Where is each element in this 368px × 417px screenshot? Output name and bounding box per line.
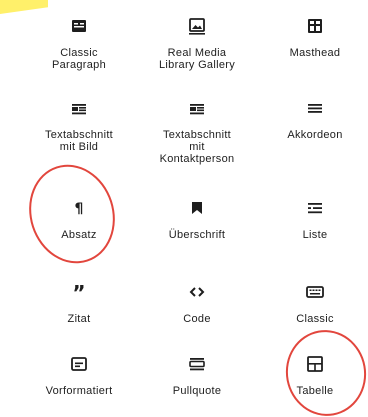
block-akkordeon[interactable]: Akkordeon <box>256 96 368 141</box>
block-label: Classic <box>296 313 334 325</box>
block-label: Code <box>183 313 211 325</box>
block-real-media-library-gallery[interactable]: Real Media Library Gallery <box>138 14 256 71</box>
block-label: Absatz <box>61 229 97 241</box>
heading-icon <box>185 196 209 220</box>
gallery-icon <box>185 14 209 38</box>
block-classic-paragraph[interactable]: Classic Paragraph <box>20 14 138 71</box>
block-label: Akkordeon <box>287 129 343 141</box>
block-tabelle[interactable]: Tabelle <box>256 352 368 397</box>
media-text-icon <box>67 96 91 120</box>
block-textabschnitt-mit-kontaktperson[interactable]: Textabschnitt mit Kontaktperson <box>138 96 256 165</box>
block-label: Masthead <box>289 47 341 59</box>
svg-text:”: ” <box>72 281 85 304</box>
block-ueberschrift[interactable]: Überschrift <box>138 196 256 241</box>
media-text-icon <box>185 96 209 120</box>
quote-icon: ” <box>67 280 91 304</box>
block-label: Classic Paragraph <box>51 47 107 71</box>
block-label: Überschrift <box>168 229 226 241</box>
block-zitat[interactable]: ” Zitat <box>20 280 138 325</box>
block-label: Textabschnitt mit Kontaktperson <box>159 129 235 165</box>
block-label: Tabelle <box>296 385 334 397</box>
keyboard-icon <box>303 280 327 304</box>
code-icon <box>185 280 209 304</box>
paragraph-icon: ¶ <box>67 196 91 220</box>
table-icon <box>303 352 327 376</box>
svg-text:¶: ¶ <box>75 201 84 217</box>
block-textabschnitt-mit-bild[interactable]: Textabschnitt mit Bild <box>20 96 138 153</box>
block-label: Vorformatiert <box>45 385 113 397</box>
block-label: Textabschnitt mit Bild <box>44 129 114 153</box>
pullquote-icon <box>185 352 209 376</box>
block-classic[interactable]: Classic <box>256 280 368 325</box>
block-vorformatiert[interactable]: Vorformatiert <box>20 352 138 397</box>
block-label: Zitat <box>67 313 91 325</box>
list-icon <box>303 196 327 220</box>
block-label: Pullquote <box>172 385 222 397</box>
block-masthead[interactable]: Masthead <box>256 14 368 59</box>
highlighter-mark <box>0 0 48 14</box>
block-code[interactable]: Code <box>138 280 256 325</box>
block-liste[interactable]: Liste <box>256 196 368 241</box>
block-label: Liste <box>302 229 328 241</box>
accordion-icon <box>303 96 327 120</box>
preformatted-icon <box>67 352 91 376</box>
masthead-icon <box>303 14 327 38</box>
block-absatz[interactable]: ¶ Absatz <box>20 196 138 241</box>
block-label: Real Media Library Gallery <box>158 47 236 71</box>
block-pullquote[interactable]: Pullquote <box>138 352 256 397</box>
classic-icon <box>67 14 91 38</box>
